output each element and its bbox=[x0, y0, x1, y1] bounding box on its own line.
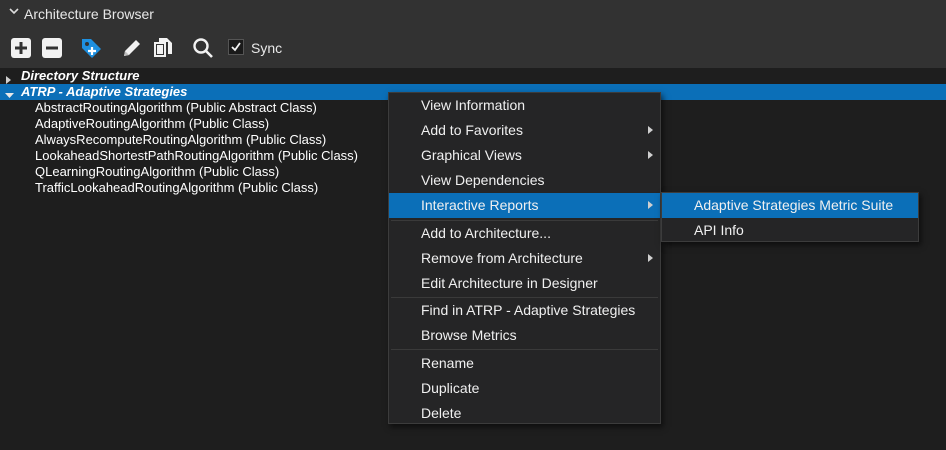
menu-item-label: Add to Favorites bbox=[421, 122, 523, 138]
interactive-reports-submenu: Adaptive Strategies Metric Suite API Inf… bbox=[661, 192, 919, 242]
menu-item-label: Find in ATRP - Adaptive Strategies bbox=[421, 302, 636, 318]
tree-node-label: Directory Structure bbox=[21, 68, 140, 83]
tree-node-directory-structure[interactable]: Directory Structure bbox=[0, 68, 946, 84]
add-icon[interactable] bbox=[10, 37, 32, 59]
submenu-arrow-icon bbox=[648, 126, 653, 134]
submenu-item-label: Adaptive Strategies Metric Suite bbox=[694, 197, 894, 213]
menu-separator bbox=[391, 349, 658, 350]
menu-item-interactive-reports[interactable]: Interactive Reports bbox=[389, 193, 660, 218]
copy-icon[interactable] bbox=[152, 37, 174, 59]
tree-leaf[interactable]: QLearningRoutingAlgorithm (Public Class) bbox=[35, 164, 279, 180]
tree-leaf[interactable]: AdaptiveRoutingAlgorithm (Public Class) bbox=[35, 116, 269, 132]
menu-item-label: Edit Architecture in Designer bbox=[421, 275, 598, 291]
remove-icon[interactable] bbox=[41, 37, 63, 59]
menu-item-label: Delete bbox=[421, 405, 462, 421]
submenu-arrow-icon bbox=[648, 201, 653, 209]
panel-title: Architecture Browser bbox=[24, 6, 154, 22]
context-menu: View Information Add to Favorites Graphi… bbox=[388, 92, 661, 424]
menu-item-find-in-atrp[interactable]: Find in ATRP - Adaptive Strategies bbox=[389, 298, 660, 323]
menu-item-label: Graphical Views bbox=[421, 147, 522, 163]
tree-leaf[interactable]: LookaheadShortestPathRoutingAlgorithm (P… bbox=[35, 148, 358, 164]
sync-label[interactable]: Sync bbox=[251, 40, 282, 56]
menu-item-view-dependencies[interactable]: View Dependencies bbox=[389, 168, 660, 193]
search-icon[interactable] bbox=[192, 37, 214, 59]
menu-item-label: View Information bbox=[421, 97, 526, 113]
menu-item-edit-architecture-in-designer[interactable]: Edit Architecture in Designer bbox=[389, 271, 660, 296]
edit-pencil-icon[interactable] bbox=[121, 37, 143, 59]
menu-item-label: Add to Architecture... bbox=[421, 225, 551, 241]
menu-item-label: Browse Metrics bbox=[421, 327, 517, 343]
panel-titlebar: Architecture Browser bbox=[0, 0, 946, 30]
tree-leaf[interactable]: AbstractRoutingAlgorithm (Public Abstrac… bbox=[35, 100, 317, 116]
menu-item-view-information[interactable]: View Information bbox=[389, 93, 660, 118]
menu-item-add-to-favorites[interactable]: Add to Favorites bbox=[389, 118, 660, 143]
tree-leaf[interactable]: AlwaysRecomputeRoutingAlgorithm (Public … bbox=[35, 132, 326, 148]
submenu-item-label: API Info bbox=[694, 222, 744, 238]
menu-item-remove-from-architecture[interactable]: Remove from Architecture bbox=[389, 246, 660, 271]
tag-add-icon[interactable] bbox=[80, 37, 102, 59]
submenu-item-api-info[interactable]: API Info bbox=[662, 218, 918, 243]
menu-item-browse-metrics[interactable]: Browse Metrics bbox=[389, 323, 660, 348]
menu-item-add-to-architecture[interactable]: Add to Architecture... bbox=[389, 221, 660, 246]
menu-item-rename[interactable]: Rename bbox=[389, 351, 660, 376]
tree-leaf[interactable]: TrafficLookaheadRoutingAlgorithm (Public… bbox=[35, 180, 318, 196]
menu-item-delete[interactable]: Delete bbox=[389, 401, 660, 426]
tree-node-label: ATRP - Adaptive Strategies bbox=[21, 84, 188, 99]
sync-checkbox[interactable] bbox=[228, 39, 244, 55]
menu-item-label: Interactive Reports bbox=[421, 197, 539, 213]
menu-item-label: View Dependencies bbox=[421, 172, 545, 188]
submenu-arrow-icon bbox=[648, 254, 653, 262]
submenu-arrow-icon bbox=[648, 151, 653, 159]
submenu-item-metric-suite[interactable]: Adaptive Strategies Metric Suite bbox=[662, 193, 918, 218]
collapse-arrow-icon[interactable] bbox=[5, 88, 14, 104]
toolbar: Sync bbox=[0, 30, 946, 68]
chevron-down-icon[interactable] bbox=[8, 5, 20, 20]
menu-item-label: Remove from Architecture bbox=[421, 250, 583, 266]
menu-item-label: Duplicate bbox=[421, 380, 480, 396]
menu-item-duplicate[interactable]: Duplicate bbox=[389, 376, 660, 401]
menu-item-graphical-views[interactable]: Graphical Views bbox=[389, 143, 660, 168]
menu-item-label: Rename bbox=[421, 355, 474, 371]
